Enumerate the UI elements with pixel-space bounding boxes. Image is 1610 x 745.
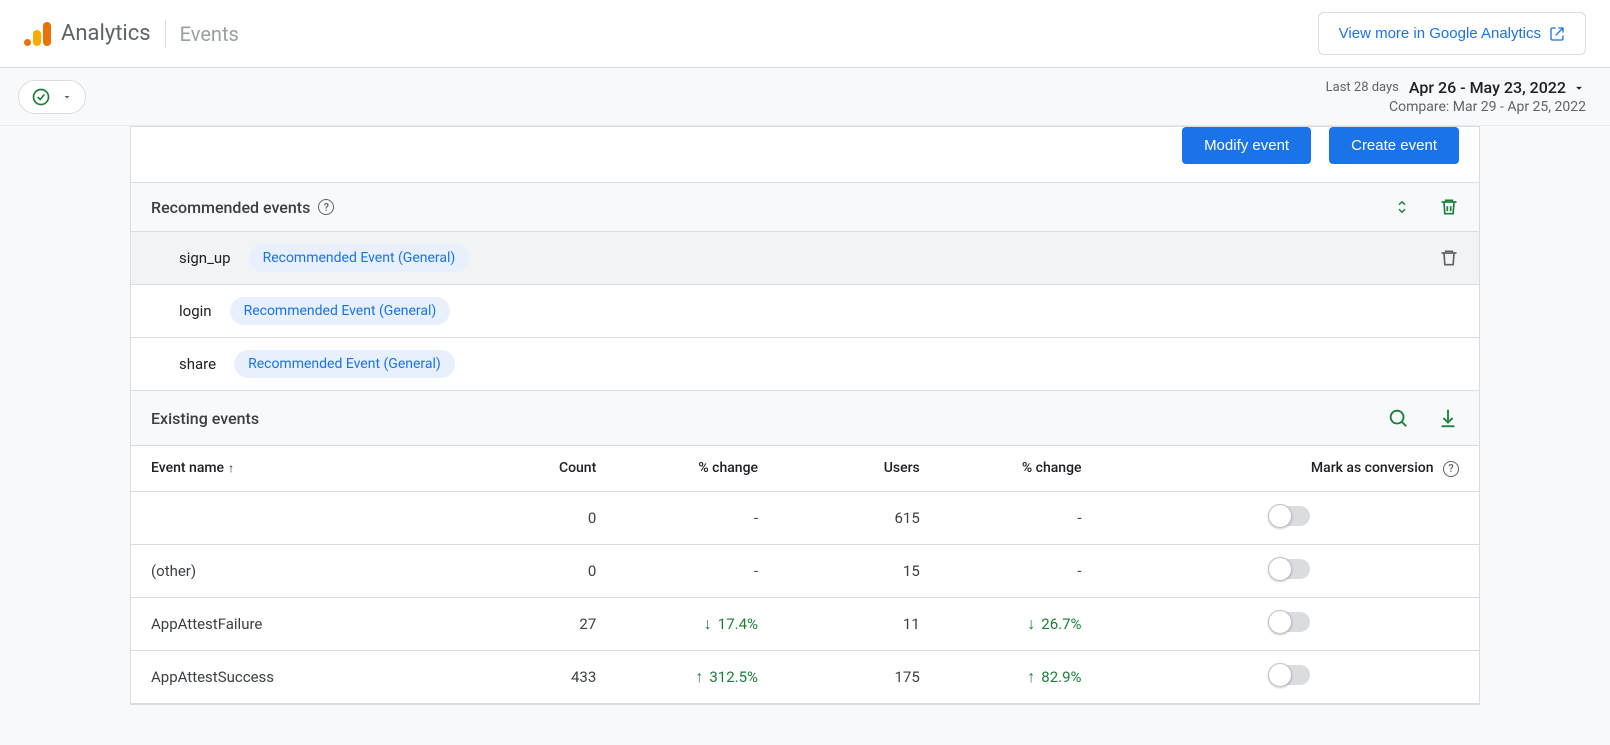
cell-event-name: (other) [131, 544, 508, 597]
download-icon [1437, 407, 1459, 429]
table-row[interactable]: 0-615- [131, 491, 1479, 544]
recommended-event-name: login [179, 302, 212, 320]
arrow-down-icon: ↓ [1027, 614, 1035, 634]
cell-count: 27 [508, 597, 616, 650]
recommended-badge: Recommended Event (General) [234, 350, 455, 378]
cell-users-change: - [940, 544, 1102, 597]
existing-events-header: Existing events [131, 390, 1479, 445]
modify-event-button[interactable]: Modify event [1182, 127, 1311, 164]
col-count-change[interactable]: % change [616, 446, 778, 492]
arrow-up-icon: ↑ [695, 667, 703, 687]
cell-count: 0 [508, 491, 616, 544]
compare-range: Compare: Mar 29 - Apr 25, 2022 [1326, 99, 1586, 115]
cell-count: 0 [508, 544, 616, 597]
chevron-down-icon [61, 91, 73, 103]
existing-title: Existing events [151, 409, 259, 428]
events-card: Modify event Create event Recommended ev… [130, 126, 1480, 705]
date-block: Last 28 days Apr 26 - May 23, 2022 Compa… [1326, 78, 1586, 115]
sort-toggle-button[interactable] [1393, 197, 1411, 217]
cell-users: 615 [778, 491, 940, 544]
cell-mark-conversion [1102, 491, 1479, 544]
cell-count-change: - [616, 544, 778, 597]
cell-mark-conversion [1102, 650, 1479, 703]
conversion-toggle[interactable] [1270, 559, 1310, 579]
recommended-badge: Recommended Event (General) [249, 244, 470, 272]
col-mark-conversion: Mark as conversion ? [1102, 446, 1479, 492]
help-icon[interactable]: ? [318, 199, 334, 215]
cell-count: 433 [508, 650, 616, 703]
vertical-divider [165, 20, 166, 48]
delete-all-button[interactable] [1439, 197, 1459, 217]
chevron-down-icon [1572, 81, 1586, 95]
cell-event-name [131, 491, 508, 544]
recommended-row[interactable]: share Recommended Event (General) [131, 337, 1479, 390]
cell-users-change: ↑82.9% [940, 650, 1102, 703]
cell-users: 175 [778, 650, 940, 703]
status-chip[interactable] [18, 80, 86, 114]
recommended-events-header: Recommended events ? [131, 182, 1479, 231]
topbar-left: Analytics Events [24, 20, 239, 48]
cell-users: 11 [778, 597, 940, 650]
sort-icon [1393, 198, 1411, 216]
cell-count-change: ↓17.4% [616, 597, 778, 650]
period-label: Last 28 days [1326, 80, 1399, 95]
recommended-row[interactable]: login Recommended Event (General) [131, 284, 1479, 337]
col-event-name[interactable]: Event name↑ [131, 446, 508, 492]
recommended-event-name: sign_up [179, 249, 231, 267]
open-external-icon [1549, 26, 1565, 42]
create-event-button[interactable]: Create event [1329, 127, 1459, 164]
recommended-badge: Recommended Event (General) [230, 297, 451, 325]
search-icon [1387, 407, 1409, 429]
download-button[interactable] [1437, 407, 1459, 429]
cell-event-name: AppAttestSuccess [131, 650, 508, 703]
existing-events-table: Event name↑ Count % change Users % chang… [131, 445, 1479, 704]
analytics-logo-icon [24, 22, 51, 46]
page-title: Events [180, 22, 239, 46]
cell-mark-conversion [1102, 597, 1479, 650]
col-users-change[interactable]: % change [940, 446, 1102, 492]
cell-mark-conversion [1102, 544, 1479, 597]
col-users[interactable]: Users [778, 446, 940, 492]
conversion-toggle[interactable] [1270, 665, 1310, 685]
cell-users-change: ↓26.7% [940, 597, 1102, 650]
conversion-toggle[interactable] [1270, 506, 1310, 526]
table-row[interactable]: AppAttestSuccess433↑312.5%175↑82.9% [131, 650, 1479, 703]
col-count[interactable]: Count [508, 446, 616, 492]
brand-name: Analytics [61, 21, 151, 46]
recommended-event-name: share [179, 355, 216, 373]
help-icon[interactable]: ? [1443, 461, 1459, 477]
date-range-picker[interactable]: Apr 26 - May 23, 2022 [1409, 78, 1586, 97]
table-row[interactable]: AppAttestFailure27↓17.4%11↓26.7% [131, 597, 1479, 650]
trash-icon [1439, 197, 1459, 217]
trash-icon [1439, 248, 1459, 268]
sort-asc-icon: ↑ [228, 461, 234, 475]
cell-users-change: - [940, 491, 1102, 544]
arrow-up-icon: ↑ [1027, 667, 1035, 687]
search-button[interactable] [1387, 407, 1409, 429]
cell-event-name: AppAttestFailure [131, 597, 508, 650]
recommended-title: Recommended events [151, 198, 310, 217]
cell-count-change: ↑312.5% [616, 650, 778, 703]
recommended-row[interactable]: sign_up Recommended Event (General) [131, 231, 1479, 284]
topbar: Analytics Events View more in Google Ana… [0, 0, 1610, 68]
cell-users: 15 [778, 544, 940, 597]
conversion-toggle[interactable] [1270, 612, 1310, 632]
view-more-label: View more in Google Analytics [1339, 25, 1541, 42]
arrow-down-icon: ↓ [704, 614, 712, 634]
brand-logo: Analytics [24, 21, 151, 46]
card-actions: Modify event Create event [131, 127, 1479, 182]
table-row[interactable]: (other)0-15- [131, 544, 1479, 597]
view-more-button[interactable]: View more in Google Analytics [1318, 12, 1586, 55]
content: Modify event Create event Recommended ev… [0, 126, 1610, 745]
check-circle-icon [31, 87, 51, 107]
date-range-text: Apr 26 - May 23, 2022 [1409, 78, 1566, 97]
cell-count-change: - [616, 491, 778, 544]
subheader: Last 28 days Apr 26 - May 23, 2022 Compa… [0, 68, 1610, 126]
delete-row-button[interactable] [1439, 248, 1459, 268]
